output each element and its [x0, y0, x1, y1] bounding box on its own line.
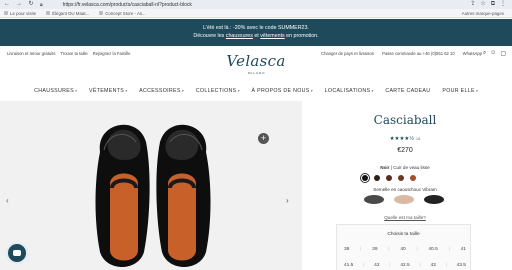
size-row: 41.5 | 42 | 42.5 | 43 | 43.5	[344, 263, 466, 268]
size-option[interactable]: 42	[374, 263, 379, 268]
color-swatch[interactable]	[386, 175, 392, 181]
chat-button[interactable]	[6, 242, 28, 264]
bookmarks-bar: Le pour visite Élégant DU Maat... Concep…	[0, 9, 512, 18]
product-price: €270	[397, 147, 413, 154]
bookmark-item[interactable]: Élégant DU Maat...	[46, 11, 89, 16]
forward-icon[interactable]: →	[16, 0, 22, 9]
size-option[interactable]: 38	[344, 247, 349, 252]
address-bar: ← → ↻ 🔒︎ https://fr.velasca.com/products…	[0, 0, 512, 9]
nav-accessoires[interactable]: ACCESSOIRES ▾	[139, 86, 184, 97]
size-selector-title: Choisis ta taille	[387, 232, 420, 237]
size-divider: |	[419, 263, 421, 268]
right-shoe	[156, 124, 211, 267]
size-divider: |	[363, 263, 365, 268]
size-row: 38 | 39 | 40 | 40.5 | 41	[344, 247, 466, 252]
chevron-down-icon: ▾	[125, 89, 128, 93]
size-option[interactable]: 43	[430, 263, 435, 268]
size-option[interactable]: 41	[461, 247, 466, 252]
nav-carte-cadeau[interactable]: CARTE CADEAU	[385, 86, 430, 97]
chat-icon	[13, 250, 21, 256]
color-swatches	[360, 173, 416, 183]
chevron-down-icon: ▾	[181, 89, 184, 93]
promo-line-2: Découvre les chaussures et vêtements en …	[193, 32, 319, 39]
bookmark-item[interactable]: Le pour visite	[4, 11, 36, 16]
cart-icon[interactable]: ▢	[500, 50, 506, 57]
chevron-down-icon: ▾	[475, 89, 478, 93]
join-family-link[interactable]: Rejoignez la Famille	[93, 51, 131, 56]
chevron-down-icon: ▾	[310, 89, 313, 93]
brand-logo-sub: MILANO	[248, 71, 266, 75]
nav-vetements[interactable]: VÊTEMENTS ▾	[89, 86, 127, 97]
main-nav: CHAUSSURES ▾ VÊTEMENTS ▾ ACCESSOIRES ▾ COLL…	[0, 86, 512, 97]
size-guide-link[interactable]: Quelle est ma taille?	[330, 215, 480, 220]
next-image-icon[interactable]: ›	[286, 196, 289, 205]
sole-label: Semelle en caoutchouc Vibram	[373, 187, 437, 192]
color-swatch[interactable]	[398, 175, 404, 181]
search-icon[interactable]: ⌕	[483, 50, 486, 57]
promo-link-clothes[interactable]: vêtements	[260, 33, 284, 39]
bookmark-item[interactable]: Concept Store - As...	[99, 11, 146, 16]
sole-option[interactable]	[364, 195, 384, 204]
size-divider: |	[416, 247, 418, 252]
nav-chaussures[interactable]: CHAUSSURES ▾	[34, 86, 77, 97]
sole-option[interactable]	[424, 195, 444, 204]
color-swatch[interactable]	[360, 173, 370, 183]
size-option[interactable]: 40	[400, 247, 405, 252]
back-icon[interactable]: ←	[4, 0, 10, 9]
url-field[interactable]: https://fr.velasca.com/products/casciaba…	[63, 2, 192, 8]
color-swatch[interactable]	[374, 175, 380, 181]
review-count: 18	[415, 136, 421, 141]
promo-link-shoes[interactable]: chaussures	[226, 33, 253, 39]
size-divider: |	[445, 263, 447, 268]
nav-collections[interactable]: COLLECTIONS ▾	[196, 86, 240, 97]
color-label: Noir | Cuir de veau lisse	[380, 165, 430, 170]
size-option[interactable]: 42.5	[400, 263, 409, 268]
other-bookmarks[interactable]: Autres marque-pages	[462, 11, 504, 16]
whatsapp-link[interactable]: WhatsApp	[463, 51, 482, 56]
product-rating[interactable]: ★★★★½ 18	[330, 136, 480, 142]
size-option[interactable]: 43.5	[457, 263, 466, 268]
size-option[interactable]: 40.5	[428, 247, 437, 252]
rating-stars-icon: ★★★★½	[389, 136, 414, 142]
menu-icon[interactable]: ⋮	[500, 0, 506, 9]
brand-logo[interactable]: Velasca	[226, 52, 286, 70]
sole-options	[364, 195, 444, 204]
size-option[interactable]: 41.5	[344, 263, 353, 268]
size-divider: |	[360, 247, 362, 252]
size-divider: |	[389, 263, 391, 268]
extensions-icon[interactable]: ⧉	[491, 0, 495, 9]
chevron-down-icon: ▾	[237, 89, 240, 93]
lock-icon: 🔒︎	[40, 1, 43, 8]
nav-a-propos[interactable]: À PROPOS DE NOUS ▾	[252, 86, 313, 97]
color-swatch[interactable]	[410, 175, 416, 181]
free-shipping-link[interactable]: Livraison et retour gratuits	[7, 51, 55, 56]
promo-line-1: L'été est là : -20% avec le code SUMMER2…	[203, 25, 309, 31]
size-divider: |	[388, 247, 390, 252]
chevron-down-icon: ▾	[74, 89, 77, 93]
size-divider: |	[448, 247, 450, 252]
star-icon[interactable]: ☆	[480, 0, 485, 9]
phone-order-link[interactable]: Passe commande au +46 (0)551 62 10	[382, 51, 455, 56]
product-image-shoes	[95, 124, 211, 267]
nav-pour-elle[interactable]: POUR ELLE ▾	[442, 86, 478, 97]
reload-icon[interactable]: ↻	[28, 0, 34, 9]
account-icon[interactable]: ☺	[490, 50, 496, 57]
chevron-down-icon: ▾	[371, 89, 374, 93]
size-option[interactable]: 39	[372, 247, 377, 252]
promo-banner: L'été est là : -20% avec le code SUMMER2…	[0, 19, 512, 46]
share-icon[interactable]: ⇪	[470, 0, 475, 9]
product-title: Casciaball	[373, 113, 437, 127]
zoom-plus-button[interactable]: +	[258, 133, 269, 144]
sole-option[interactable]	[394, 195, 414, 204]
left-shoe	[95, 124, 150, 267]
prev-image-icon[interactable]: ‹	[6, 196, 9, 205]
find-size-link[interactable]: Trouve ta taille	[60, 51, 87, 56]
nav-localisations[interactable]: LOCALISATIONS ▾	[325, 86, 374, 97]
change-country-link[interactable]: Changer de pays et livraison	[321, 51, 374, 56]
